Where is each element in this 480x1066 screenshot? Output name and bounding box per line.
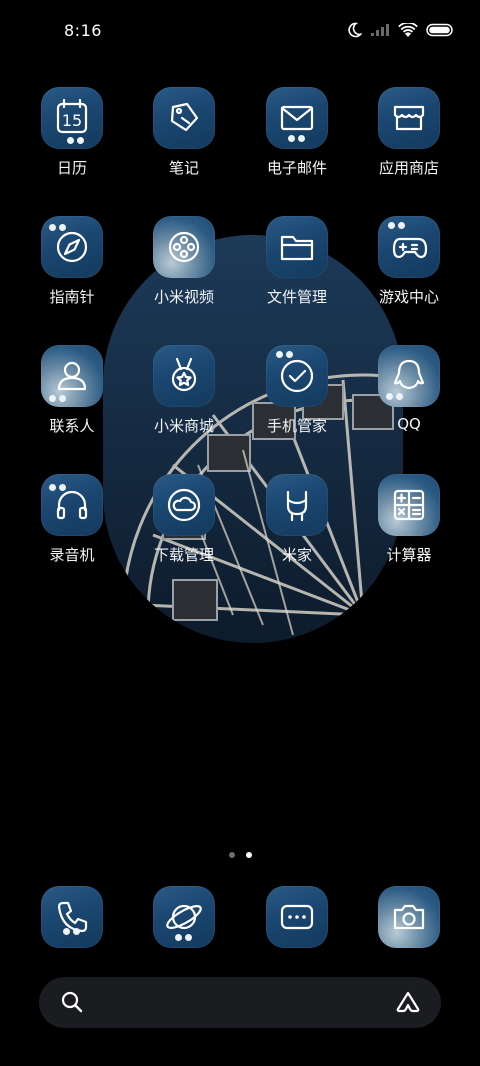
search-bar[interactable] [39, 977, 441, 1028]
app-mihome[interactable]: 米家 [242, 474, 352, 565]
calendar-date: 15 [62, 111, 82, 130]
video-icon[interactable] [153, 216, 215, 278]
app-label: 小米视频 [153, 288, 214, 306]
calculator-icon[interactable] [378, 474, 440, 536]
moon-icon [348, 22, 362, 38]
app-label: 日历 [56, 159, 87, 177]
app-label: 下载管理 [153, 546, 214, 564]
decor-dots [386, 393, 403, 400]
app-label: 录音机 [49, 546, 95, 564]
app-store[interactable]: 应用商店 [354, 87, 464, 178]
decor-dots [276, 351, 293, 358]
headphones-icon[interactable] [41, 474, 103, 536]
app-label: 手机管家 [266, 417, 327, 435]
decor-dots [49, 395, 66, 402]
page-dot-1[interactable] [229, 852, 235, 858]
app-contact[interactable]: 联系人 [17, 345, 127, 436]
app-label: 小米商城 [153, 417, 214, 435]
decor-dots [388, 222, 405, 229]
app-label: QQ [397, 415, 421, 433]
app-label: 指南针 [49, 288, 95, 306]
decor-dots [49, 224, 66, 231]
app-notes[interactable]: 笔记 [129, 87, 239, 178]
app-label: 联系人 [49, 417, 95, 435]
search-icon[interactable] [61, 991, 83, 1013]
app-label: 应用商店 [378, 159, 439, 177]
qq-icon[interactable] [378, 345, 440, 407]
app-video[interactable]: 小米视频 [129, 216, 239, 307]
status-time: 8:16 [64, 21, 102, 40]
app-calculator[interactable]: 计算器 [354, 474, 464, 565]
dock-messages[interactable] [242, 886, 352, 948]
app-medal[interactable]: 小米商城 [129, 345, 239, 436]
app-mail[interactable]: 电子邮件 [242, 87, 352, 178]
app-security-check[interactable]: 手机管家 [242, 345, 352, 436]
app-folder[interactable]: 文件管理 [242, 216, 352, 307]
app-label: 笔记 [168, 159, 199, 177]
security-check-icon[interactable] [266, 345, 328, 407]
folder-icon[interactable] [266, 216, 328, 278]
app-compass[interactable]: 指南针 [17, 216, 127, 307]
wifi-icon [398, 22, 418, 37]
decor-dots [49, 484, 66, 491]
app-cloud-download[interactable]: 下载管理 [129, 474, 239, 565]
medal-icon[interactable] [153, 345, 215, 407]
phone-icon[interactable] [41, 886, 103, 948]
contact-icon[interactable] [41, 345, 103, 407]
mihome-icon[interactable] [266, 474, 328, 536]
store-icon[interactable] [378, 87, 440, 149]
notes-icon[interactable] [153, 87, 215, 149]
page-indicator [229, 852, 252, 858]
camera-icon[interactable] [378, 886, 440, 948]
assistant-icon[interactable] [395, 991, 421, 1013]
app-label: 计算器 [386, 546, 432, 564]
dock-camera[interactable] [354, 886, 464, 948]
compass-icon[interactable] [41, 216, 103, 278]
gamepad-icon[interactable] [378, 216, 440, 278]
status-bar: 8:16 [0, 0, 480, 62]
page-dot-2-active[interactable] [246, 852, 252, 858]
decor-dots [67, 137, 84, 144]
messages-icon[interactable] [266, 886, 328, 948]
dock-browser-planet[interactable] [129, 886, 239, 948]
decor-dots [175, 934, 192, 941]
app-gamepad[interactable]: 游戏中心 [354, 216, 464, 307]
decor-dots [63, 928, 80, 935]
decor-dots [288, 135, 305, 142]
app-label: 游戏中心 [378, 288, 439, 306]
calendar-icon[interactable]: 15 [41, 87, 103, 149]
app-calendar[interactable]: 15 日历 [17, 87, 127, 178]
app-label: 米家 [281, 546, 312, 564]
cloud-download-icon[interactable] [153, 474, 215, 536]
app-label: 文件管理 [266, 288, 327, 306]
app-label: 电子邮件 [266, 159, 327, 177]
app-qq[interactable]: QQ [354, 345, 464, 433]
battery-icon [426, 23, 453, 37]
mail-icon[interactable] [266, 87, 328, 149]
dock-phone[interactable] [17, 886, 127, 948]
signal-icon [371, 24, 389, 36]
app-headphones[interactable]: 录音机 [17, 474, 127, 565]
browser-planet-icon[interactable] [153, 886, 215, 948]
